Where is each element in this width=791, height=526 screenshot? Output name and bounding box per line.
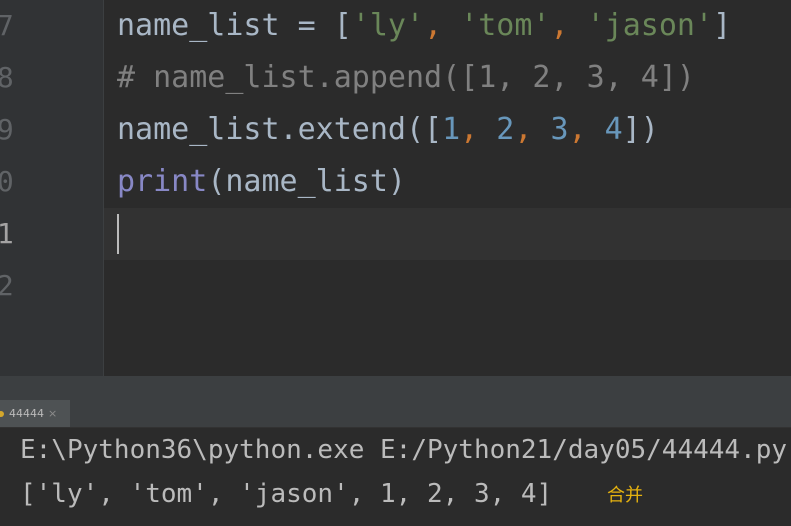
string-literal: 'ly' — [351, 8, 425, 43]
bracket: ] — [713, 8, 732, 43]
line-number-10: 10 — [0, 165, 14, 198]
line-number-09: 09 — [0, 113, 14, 146]
line-number-08: 08 — [0, 61, 14, 94]
line-number-12: 12 — [0, 269, 14, 302]
panel-divider[interactable] — [0, 376, 791, 400]
identifier: name_list — [117, 8, 280, 43]
comma: , — [424, 8, 461, 43]
python-file-icon — [0, 410, 4, 417]
bracket: [ — [333, 8, 352, 43]
operator: = — [279, 8, 334, 43]
console-output-line: ['ly', 'tom', 'jason', 1, 2, 3, 4] — [20, 479, 553, 509]
code-line-07[interactable]: name_list = ['ly', 'tom', 'jason'] — [117, 0, 731, 52]
call-arguments: (name_list) — [207, 164, 406, 199]
number-literal: 4 — [604, 112, 623, 147]
run-tab-44444[interactable]: 44444 × — [0, 400, 70, 427]
bracket: ]) — [622, 112, 659, 147]
string-literal: 'jason' — [586, 8, 714, 43]
text-caret — [117, 214, 119, 254]
builtin-function: print — [117, 164, 208, 199]
number-literal: 1 — [442, 112, 461, 147]
run-console-output[interactable]: E:\Python36\python.exe E:/Python21/day05… — [0, 428, 791, 526]
string-literal: 'tom' — [460, 8, 551, 43]
comma: , — [568, 112, 605, 147]
comma: , — [550, 8, 587, 43]
comma: , — [460, 112, 497, 147]
run-tool-window-tabs: 44444 × — [0, 400, 791, 428]
line-number-07: 07 — [0, 9, 14, 42]
method-call: name_list.extend([ — [117, 112, 443, 147]
comma: , — [514, 112, 551, 147]
number-literal: 2 — [496, 112, 515, 147]
code-line-09[interactable]: name_list.extend([1, 2, 3, 4]) — [117, 104, 659, 156]
code-line-08[interactable]: # name_list.append([1, 2, 3, 4]) — [117, 52, 695, 104]
close-icon[interactable]: × — [48, 407, 57, 420]
number-literal: 3 — [550, 112, 569, 147]
console-command-line: E:\Python36\python.exe E:/Python21/day05… — [20, 435, 788, 465]
current-line-highlight — [104, 208, 791, 260]
annotation-label: 合并 — [607, 485, 643, 506]
line-number-11: 11 — [0, 217, 14, 250]
line-number-gutter: 07 08 09 10 11 12 — [0, 0, 104, 376]
code-editor[interactable]: 07 08 09 10 11 12 name_list = ['ly', 'to… — [0, 0, 791, 376]
run-tab-label: 44444 — [9, 407, 44, 420]
code-line-10[interactable]: print(name_list) — [117, 156, 406, 208]
